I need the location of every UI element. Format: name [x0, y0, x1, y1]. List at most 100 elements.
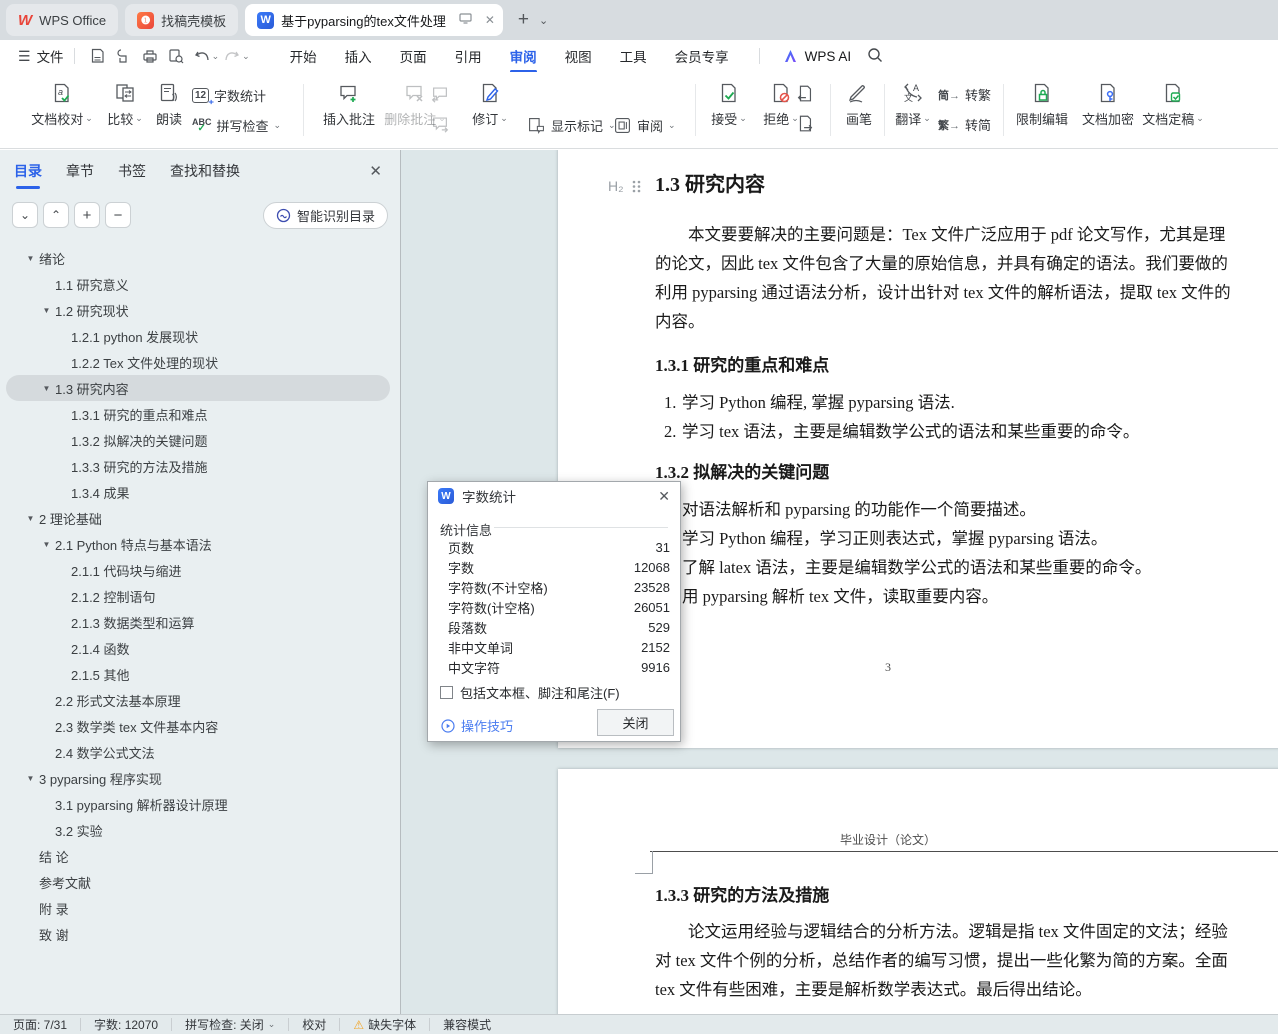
toc-item[interactable]: ▼ 3.2 实验 [6, 817, 390, 843]
tips-link[interactable]: 操作技巧 [441, 716, 513, 735]
translate-button[interactable]: A文 翻译 ⌄ [890, 82, 936, 128]
ink-brush-button[interactable]: 画笔 [838, 82, 880, 128]
zoom-in-button[interactable]: + [74, 202, 100, 228]
status-proofread-button[interactable]: 校对 [289, 1018, 341, 1032]
toc-expand-arrow[interactable]: ▼ [38, 384, 55, 393]
encrypt-document-button[interactable]: 文档加密 [1078, 82, 1138, 128]
print-preview-button[interactable] [163, 45, 189, 67]
close-tab-icon[interactable]: ✕ [485, 13, 495, 27]
tab-template-store[interactable]: ❶ 找稿壳模板 [125, 4, 239, 36]
track-changes-button[interactable]: 修订 ⌄ [468, 82, 512, 128]
zoom-out-button[interactable]: − [105, 202, 131, 228]
main-menu-icon[interactable]: ☰ [18, 48, 31, 65]
search-icon[interactable] [867, 47, 883, 66]
doc-proof-button[interactable]: a 文档校对 ⌄ [30, 82, 94, 128]
toc-item[interactable]: ▼ 参考文献 [6, 869, 390, 895]
spell-check-button[interactable]: ABC ✓ 拼写检查 ⌄ [192, 116, 281, 135]
toc-expand-arrow[interactable]: ▼ [22, 514, 39, 523]
collapse-all-button[interactable]: ⌄ [12, 202, 38, 228]
output-button[interactable] [111, 45, 137, 67]
word-count-button[interactable]: 12 ₊ 字数统计 [192, 86, 266, 107]
ribbon-tab[interactable]: 开始 [276, 40, 331, 72]
tab-document[interactable]: W 基于pyparsing的tex文件处理 ✕ [245, 4, 503, 36]
ribbon-tab[interactable]: 会员专享 [661, 40, 743, 72]
toc-item[interactable]: ▼ 2.3 数学类 tex 文件基本内容 [6, 713, 390, 739]
toc-item[interactable]: ▼ 附 录 [6, 895, 390, 921]
toc-expand-arrow[interactable]: ▼ [22, 774, 39, 783]
toc-item[interactable]: ▼ 3.1 pyparsing 解析器设计原理 [6, 791, 390, 817]
toc-item[interactable]: ▼ 1.2.2 Tex 文件处理的现状 [6, 349, 390, 375]
toc-item[interactable]: ▼ 1.3.2 拟解决的关键问题 [6, 427, 390, 453]
accept-button[interactable]: 接受 ⌄ [705, 82, 753, 128]
to-traditional-button[interactable]: 简→ 转繁 [938, 85, 991, 104]
toc-item[interactable]: ▼ 致 谢 [6, 921, 390, 947]
sidebar-tab[interactable]: 查找和替换 [170, 161, 240, 189]
dialog-close-icon[interactable]: ✕ [658, 488, 670, 505]
show-markup-button[interactable]: 显示标记 ⌄ [527, 116, 616, 135]
toc-item[interactable]: ▼ 2.4 数学公式文法 [6, 739, 390, 765]
wps-ai-button[interactable]: WPS AI [784, 49, 851, 64]
drag-handle-icon[interactable] [632, 180, 641, 193]
restrict-editing-button[interactable]: 限制编辑 [1012, 82, 1072, 128]
ribbon-tab[interactable]: 审阅 [496, 40, 551, 73]
toc-item[interactable]: ▼ 2.1.3 数据类型和运算 [6, 609, 390, 635]
toc-item[interactable]: ▼ 1.1 研究意义 [6, 271, 390, 297]
tab-wps-office[interactable]: W WPS Office [6, 4, 119, 36]
toc-item[interactable]: ▼ 绪论 [6, 245, 390, 271]
ribbon-tab[interactable]: 视图 [551, 40, 606, 72]
to-simplified-button[interactable]: 繁→ 转简 [938, 115, 991, 134]
tab-list-chevron-icon[interactable]: ⌄ [539, 14, 548, 27]
print-button[interactable] [137, 45, 163, 67]
toc-item[interactable]: ▼ 1.3 研究内容 [6, 375, 390, 401]
toc-item[interactable]: ▼ 结 论 [6, 843, 390, 869]
read-aloud-button[interactable]: 朗读 [148, 82, 190, 128]
toc-item[interactable]: ▼ 1.3.1 研究的重点和难点 [6, 401, 390, 427]
compare-button[interactable]: 比较 ⌄ [102, 82, 148, 128]
toc-item[interactable]: ▼ 2.1.1 代码块与缩进 [6, 557, 390, 583]
toc-expand-arrow[interactable]: ▼ [22, 254, 39, 263]
prev-comment-button[interactable] [430, 84, 450, 104]
toc-expand-arrow[interactable]: ▼ [38, 306, 55, 315]
sidebar-tab[interactable]: 书签 [118, 161, 146, 189]
sidebar-close-icon[interactable]: ✕ [369, 162, 382, 180]
include-footnotes-checkbox[interactable]: 包括文本框、脚注和尾注(F) [440, 683, 620, 702]
toc-item[interactable]: ▼ 2.2 形式文法基本原理 [6, 687, 390, 713]
heading-level-badge[interactable]: H₂ [608, 178, 641, 194]
save-button[interactable] [85, 45, 111, 67]
toc-item[interactable]: ▼ 2.1.4 函数 [6, 635, 390, 661]
dialog-title-bar[interactable]: W 字数统计 [428, 482, 680, 510]
finalize-document-button[interactable]: 文档定稿 ⌄ [1140, 82, 1206, 128]
insert-comment-button[interactable]: 插入批注 [320, 82, 378, 128]
status-missing-font[interactable]: ⚠ 缺失字体 [340, 1018, 431, 1032]
ribbon-tab[interactable]: 工具 [606, 40, 661, 72]
toc-item[interactable]: ▼ 1.3.4 成果 [6, 479, 390, 505]
sidebar-tab[interactable]: 目录 [14, 161, 42, 189]
toc-item[interactable]: ▼ 2.1 Python 特点与基本语法 [6, 531, 390, 557]
new-tab-button[interactable]: + [518, 9, 529, 31]
smart-toc-button[interactable]: 智能识别目录 [262, 202, 388, 229]
checkbox-icon[interactable] [440, 686, 453, 699]
document-page-4[interactable]: 毕业设计（论文） 1.3.3 研究的方法及措施 论文运用经验与逻辑结合的分析方法… [558, 769, 1278, 1014]
ribbon-tab[interactable]: 引用 [441, 40, 496, 72]
sidebar-tab[interactable]: 章节 [66, 161, 94, 189]
redo-button[interactable] [219, 45, 245, 67]
close-dialog-button[interactable]: 关闭 [597, 709, 674, 736]
toc-item[interactable]: ▼ 2.1.2 控制语句 [6, 583, 390, 609]
present-mode-icon[interactable] [459, 13, 472, 27]
toc-item[interactable]: ▼ 1.2.1 python 发展现状 [6, 323, 390, 349]
toc-item[interactable]: ▼ 3 pyparsing 程序实现 [6, 765, 390, 791]
toc-item[interactable]: ▼ 1.2 研究现状 [6, 297, 390, 323]
ribbon-tab[interactable]: 插入 [331, 40, 386, 72]
expand-all-button[interactable]: ⌃ [43, 202, 69, 228]
ribbon-tab[interactable]: 页面 [386, 40, 441, 72]
toc-item[interactable]: ▼ 1.3.3 研究的方法及措施 [6, 453, 390, 479]
status-spellcheck-toggle[interactable]: 拼写检查: 关闭 ⌄ [172, 1018, 290, 1032]
file-menu[interactable]: 文件 [37, 46, 64, 66]
toc-item[interactable]: ▼ 2.1.5 其他 [6, 661, 390, 687]
undo-chevron-icon[interactable]: ⌄ [212, 51, 220, 62]
next-change-button[interactable] [795, 114, 815, 134]
prev-change-button[interactable] [795, 84, 815, 104]
toc-expand-arrow[interactable]: ▼ [38, 540, 55, 549]
toc-item[interactable]: ▼ 2 理论基础 [6, 505, 390, 531]
next-comment-button[interactable] [430, 114, 450, 134]
